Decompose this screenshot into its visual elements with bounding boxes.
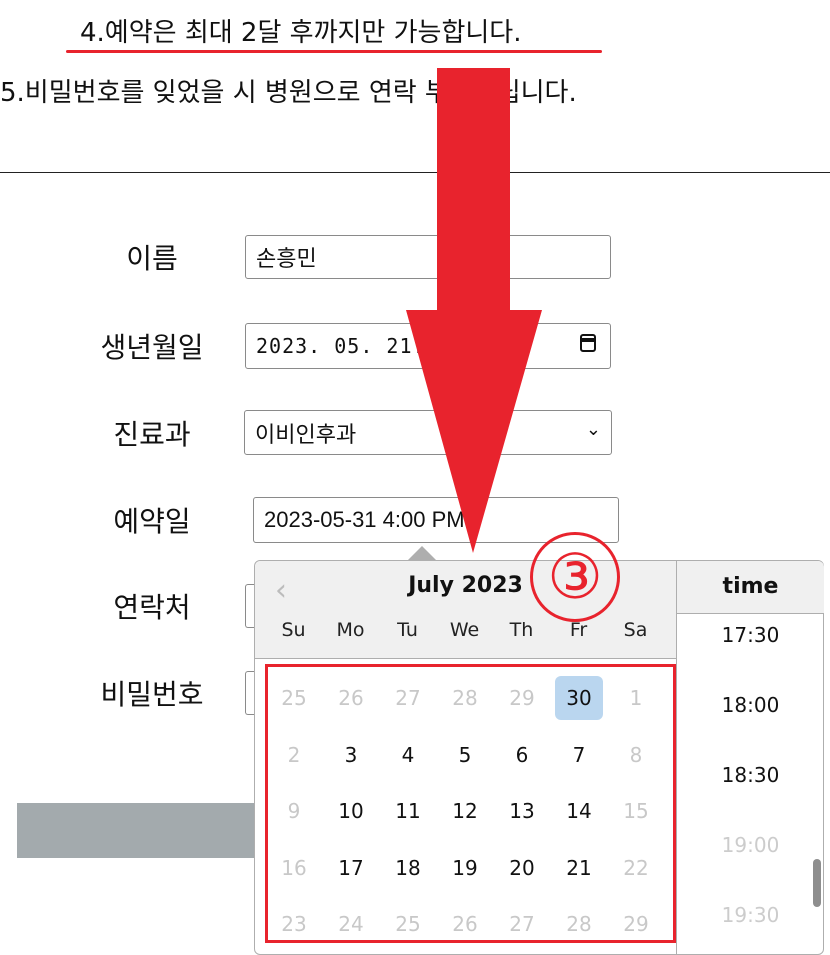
department-value: 이비인후과 [255,422,357,448]
password-label: 비밀번호 [100,678,204,711]
annotation-underline [66,50,602,53]
birth-label: 생년월일 [100,331,204,364]
weekday-tu: Tu [397,619,418,641]
notice-line-4: 4.예약은 최대 2달 후까지만 가능합니다. [80,18,522,48]
name-value: 손흥민 [256,247,317,272]
weekday-th: Th [509,619,534,641]
submit-button[interactable] [17,803,257,858]
time-option[interactable]: 18:00 [677,693,824,717]
annotation-highlight-box [265,664,676,943]
reservation-date-label: 예약일 [113,505,191,538]
chevron-down-icon: ⌄ [585,419,601,440]
annotation-step-badge: ③ [530,532,620,622]
calendar-icon[interactable] [580,334,596,352]
time-option[interactable]: 18:30 [677,763,824,787]
time-option-disabled: 19:30 [721,903,780,927]
weekday-fr: Fr [569,619,588,641]
time-header: time [677,561,824,614]
name-input[interactable]: 손흥민 [245,235,611,279]
divider [0,172,830,173]
weekday-su: Su [281,619,306,641]
weekday-sa: Sa [623,619,648,641]
reservation-date-value: 2023-05-31 4:00 PM [264,507,465,532]
birth-value: 2023. 05. 21. [256,334,426,358]
time-option[interactable]: 17:30 [677,623,824,647]
birth-date-input[interactable]: 2023. 05. 21. [245,323,611,369]
weekday-mo: Mo [336,619,365,641]
department-select[interactable]: 이비인후과 ⌄ [244,410,612,455]
notice-line-5: 5.비밀번호를 잊었을 시 병원으로 연락 부탁드립니다. [0,78,577,108]
phone-label: 연락처 [113,591,191,624]
picker-caret [408,546,436,560]
time-list[interactable]: time 17:30 18:00 18:30 19:00 19:30 [676,561,824,954]
scrollbar-thumb[interactable] [813,859,821,907]
time-option-disabled: 19:00 [721,833,780,857]
name-label: 이름 [126,242,178,275]
department-label: 진료과 [113,418,191,451]
weekday-we: We [449,619,480,641]
